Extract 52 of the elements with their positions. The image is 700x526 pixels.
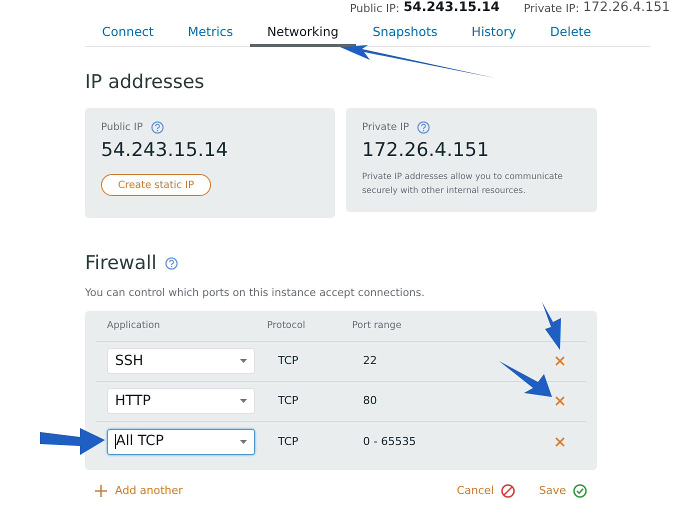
annotation-arrow: [40, 428, 105, 455]
delete-icon[interactable]: [555, 436, 565, 447]
help-icon[interactable]: [417, 121, 430, 134]
private-ip-value: 172.26.4.151: [583, 1, 670, 14]
dropdown-caret-icon: [240, 359, 247, 364]
private-ip-label: Private IP:: [524, 3, 580, 14]
annotation-arrow: [542, 302, 561, 350]
column-header: Port range: [352, 318, 402, 333]
application-select[interactable]: SSH: [107, 348, 255, 374]
ip-address: 172.26.4.151: [362, 141, 490, 160]
check-circle-icon: [573, 484, 587, 498]
dropdown-caret-icon: [240, 399, 247, 404]
application-select[interactable]: HTTP: [107, 388, 255, 414]
prohibited-icon: [500, 484, 515, 498]
text-cursor: [115, 434, 116, 450]
plus-icon: [95, 485, 107, 497]
save-button[interactable]: Save: [538, 482, 587, 500]
section-heading: IP addresses: [85, 73, 206, 92]
delete-icon[interactable]: [555, 356, 565, 366]
protocol-cell-text: TCP: [278, 353, 300, 369]
card-label: Private IP: [362, 121, 410, 135]
public-ip-value: 54.243.15.14: [403, 1, 500, 14]
protocol-cell-text: TCP: [278, 393, 300, 409]
add-another-button[interactable]: Add another: [95, 482, 183, 500]
column-header: Application: [107, 318, 162, 333]
dropdown-caret-icon: [240, 440, 247, 444]
tab[interactable]: Snapshots: [356, 23, 455, 47]
port-range-cell-text: 22: [363, 353, 378, 369]
section-heading: Firewall: [85, 254, 157, 273]
select-value: HTTP: [115, 392, 152, 411]
public-ip-label: Public IP:: [350, 3, 400, 14]
select-value: SSH: [115, 352, 144, 371]
tab[interactable]: Connect: [85, 23, 171, 47]
tab[interactable]: Delete: [533, 23, 608, 47]
card-note: Private IP addresses allow you to communicate securely with other internal resources.: [362, 171, 564, 198]
annotation-arrow: [499, 361, 552, 397]
card-label: Public IP: [101, 121, 143, 135]
tab[interactable]: History: [454, 23, 534, 47]
help-icon[interactable]: [150, 121, 164, 134]
port-range-cell-text: 80: [363, 393, 378, 409]
delete-icon[interactable]: [555, 396, 565, 406]
ip-address: 54.243.15.14: [101, 141, 229, 160]
tab[interactable]: Metrics: [170, 23, 250, 47]
create-static-ip-button[interactable]: Create static IP: [101, 174, 212, 196]
port-range-cell-text: 0 - 65535: [363, 434, 417, 450]
firewall-description: You can control which ports on this instance accept connections.: [85, 286, 426, 301]
protocol-cell-text: TCP: [278, 434, 300, 450]
help-icon[interactable]: [164, 257, 178, 270]
column-header: Protocol: [267, 318, 306, 333]
select-value: All TCP: [116, 432, 165, 452]
cancel-button[interactable]: Cancel: [456, 482, 515, 500]
application-select[interactable]: All TCP: [107, 428, 255, 455]
